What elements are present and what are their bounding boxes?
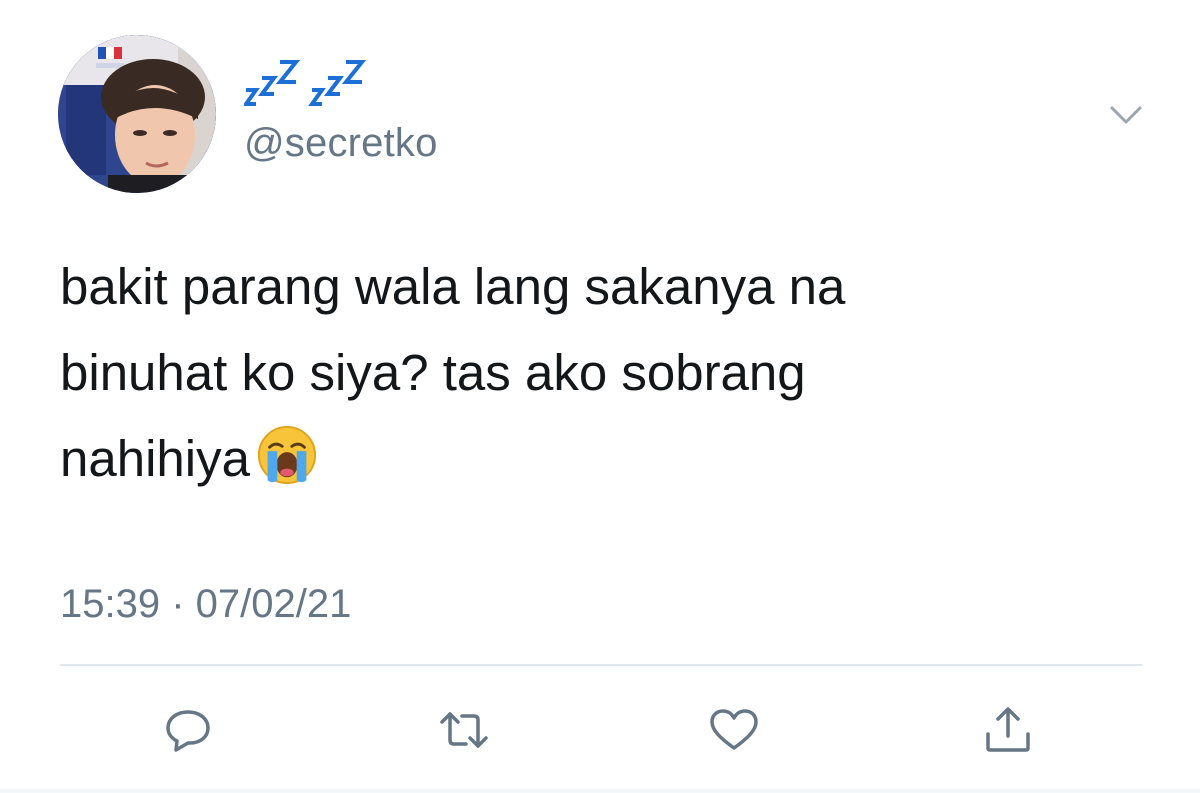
reply-button[interactable] bbox=[160, 704, 216, 756]
tweet-timestamp[interactable]: 15:39 · 07/02/21 bbox=[60, 580, 351, 628]
user-handle[interactable]: @secretko bbox=[244, 118, 438, 168]
tweet-text-line: nahihiya bbox=[60, 430, 250, 487]
more-options-button[interactable] bbox=[1106, 100, 1146, 130]
tweet-text: bakit parang wala lang sakanya na binuha… bbox=[60, 244, 1140, 502]
retweet-button[interactable] bbox=[436, 704, 492, 756]
retweet-icon bbox=[440, 712, 488, 748]
tweet-text-line: bakit parang wala lang sakanya na bbox=[60, 258, 846, 315]
heart-icon bbox=[710, 709, 758, 750]
display-name[interactable] bbox=[244, 50, 384, 116]
avatar-photo-icon bbox=[58, 35, 216, 193]
tweet-card: @secretko bakit parang wala lang sakanya… bbox=[0, 0, 1200, 793]
share-icon bbox=[986, 707, 1030, 752]
sleeping-zzz-icon bbox=[244, 60, 367, 106]
divider bbox=[60, 664, 1142, 666]
like-button[interactable] bbox=[706, 704, 762, 756]
chevron-down-icon bbox=[1110, 106, 1142, 124]
tweet-text-line: binuhat ko siya? tas ako sobrang bbox=[60, 344, 806, 401]
tweet-text-line-last: nahihiya bbox=[60, 416, 1140, 502]
share-button[interactable] bbox=[980, 704, 1036, 756]
avatar[interactable] bbox=[58, 35, 216, 193]
loudly-crying-face-icon bbox=[257, 425, 317, 485]
reply-icon bbox=[166, 710, 210, 752]
bottom-border bbox=[0, 789, 1200, 793]
